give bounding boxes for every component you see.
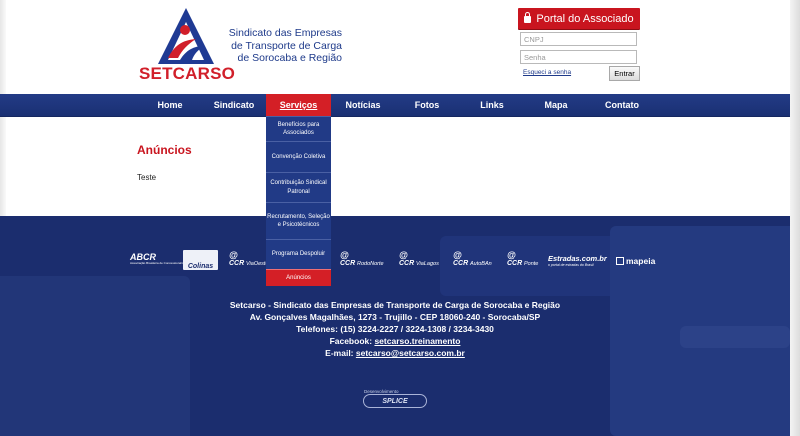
nav-item-mapa[interactable]: Mapa — [530, 94, 582, 116]
dropdown-item-anuncios[interactable]: Anúncios — [266, 269, 331, 286]
lock-icon — [524, 12, 532, 23]
login-button[interactable]: Entrar — [609, 66, 640, 81]
ccr-swirl-icon: @ — [453, 250, 462, 260]
dropdown-item-convencao[interactable]: Convenção Coletiva — [266, 141, 331, 172]
tagline-line: Sindicato das Empresas — [228, 27, 342, 39]
partner-ccr-rodonorte-logo[interactable]: @ CCR RodoNorte — [340, 250, 384, 267]
ccr-brand: CCR — [507, 260, 523, 267]
estradas-name: Estradas.com.br — [548, 254, 607, 263]
colinas-name: Colinas — [187, 263, 214, 270]
partner-abcr-logo[interactable]: ABCR Associação Brasileira de Concession… — [130, 252, 204, 266]
footer-facebook: Facebook: setcarso.treinamento — [0, 336, 790, 346]
partner-estradas-logo[interactable]: Estradas.com.br o portal de estradas do … — [548, 254, 607, 267]
mapeia-name: mapeia — [626, 256, 656, 266]
member-portal-heading: Portal do Associado — [518, 8, 640, 29]
ccr-swirl-icon: @ — [507, 250, 516, 260]
dropdown-item-beneficios[interactable]: Benefícios para Associados — [266, 116, 331, 141]
tagline-line: de Sorocaba e Região — [237, 52, 343, 64]
ccr-brand: CCR — [399, 260, 415, 267]
ccr-unit-name: Ponte — [523, 261, 539, 267]
ccr-swirl-icon: @ — [399, 250, 408, 260]
dropdown-item-recrutamento[interactable]: Recrutamento, Seleção e Psicotécnicos — [266, 202, 331, 239]
partner-mapeia-logo[interactable]: mapeia — [616, 256, 655, 266]
dropdown-item-despoluir[interactable]: Programa Despoluir — [266, 239, 331, 269]
nav-item-noticias[interactable]: Notícias — [334, 94, 392, 116]
partner-ccr-vialagos-logo[interactable]: @ CCR ViaLagos — [399, 250, 439, 267]
ccr-swirl-icon: @ — [340, 250, 349, 260]
ccr-brand: CCR — [229, 260, 245, 267]
forgot-password-link[interactable]: Esqueci a senha — [523, 69, 571, 76]
site-tagline: Sindicato das Empresas de Transporte de … — [214, 27, 342, 65]
partner-ccr-autoban-logo[interactable]: @ CCR AutoBAn — [453, 250, 492, 267]
ccr-unit-name: ViaLagos — [415, 261, 439, 267]
page-edge-right — [790, 0, 800, 436]
member-portal-title: Portal do Associado — [536, 12, 634, 25]
nav-item-home[interactable]: Home — [140, 94, 200, 116]
ccr-brand: CCR — [453, 260, 469, 267]
mapeia-mark-icon — [616, 257, 624, 265]
email-link[interactable]: setcarso@setcarso.com.br — [356, 348, 465, 358]
main-navigation — [0, 94, 790, 117]
footer-phones: Telefones: (15) 3224-2227 / 3224-1308 / … — [296, 324, 494, 334]
page-body-text: Teste — [137, 173, 157, 182]
password-input[interactable] — [520, 50, 637, 64]
footer-email: E-mail: setcarso@setcarso.com.br — [0, 348, 790, 358]
tagline-line: de Transporte de Carga — [231, 39, 342, 52]
footer-org-name: Setcarso - Sindicato das Empresas de Tra… — [229, 300, 561, 310]
abcr-subtitle: Associação Brasileira de Concessionárias… — [130, 261, 204, 265]
page-title: Anúncios — [137, 143, 192, 157]
ccr-swirl-icon: @ — [229, 250, 238, 260]
cnpj-input[interactable] — [520, 32, 637, 46]
nav-item-fotos[interactable]: Fotos — [400, 94, 454, 116]
facebook-link[interactable]: setcarso.treinamento — [374, 336, 460, 346]
facebook-label: Facebook: — [329, 336, 373, 346]
estradas-subtitle: o portal de estradas do Brasil — [548, 263, 594, 267]
partner-ccr-viaoeste-logo[interactable]: @ CCR ViaOeste — [229, 250, 269, 267]
nav-item-contato[interactable]: Contato — [592, 94, 652, 116]
email-label: E-mail: — [325, 348, 354, 358]
ccr-brand: CCR — [340, 260, 356, 267]
partner-colinas-logo[interactable]: Colinas — [183, 250, 218, 270]
dropdown-item-contribuicao[interactable]: Contribuição Sindical Patronal — [266, 172, 331, 202]
footer-address: Av. Gonçalves Magalhães, 1273 - Trujillo… — [249, 312, 541, 322]
nav-item-sindicato[interactable]: Sindicato — [203, 94, 265, 116]
ccr-unit-name: RodoNorte — [356, 261, 384, 267]
nav-item-links[interactable]: Links — [466, 94, 518, 116]
developer-splice-logo[interactable]: SPLICE — [363, 394, 427, 408]
partner-ccr-ponte-logo[interactable]: @ CCR Ponte — [507, 250, 538, 267]
ccr-unit-name: AutoBAn — [469, 261, 492, 267]
brand-name: SETCARSO — [139, 64, 236, 83]
nav-item-servicos[interactable]: Serviços — [266, 94, 331, 116]
